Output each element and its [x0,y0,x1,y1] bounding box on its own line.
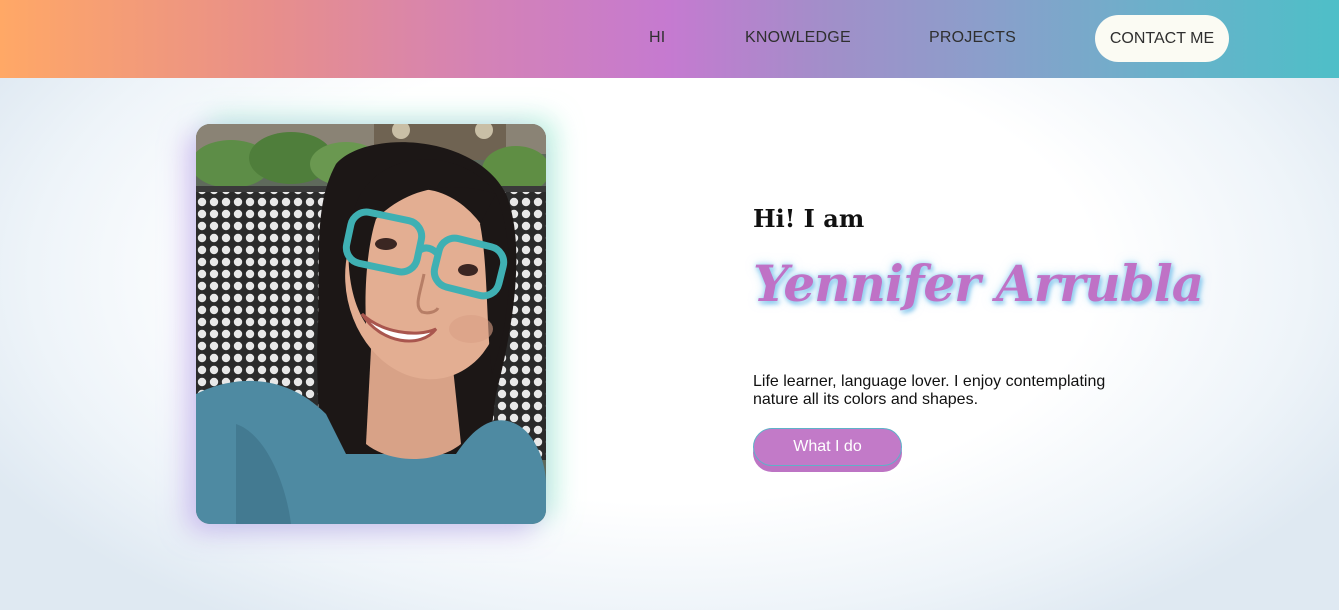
nav-link-knowledge[interactable]: KNOWLEDGE [745,29,851,47]
top-navbar: HI KNOWLEDGE PROJECTS CONTACT ME [0,0,1339,78]
contact-me-button[interactable]: CONTACT ME [1095,15,1229,62]
greeting-heading: Hi! I am [753,204,865,233]
nav-link-projects[interactable]: PROJECTS [929,29,1016,47]
nav-link-hi[interactable]: HI [649,29,665,47]
what-i-do-button[interactable]: What I do [753,428,902,466]
profile-photo [196,124,546,524]
tagline-text: Life learner, language lover. I enjoy co… [753,373,1106,408]
name-heading: Yennifer Arrubla [753,254,1204,313]
